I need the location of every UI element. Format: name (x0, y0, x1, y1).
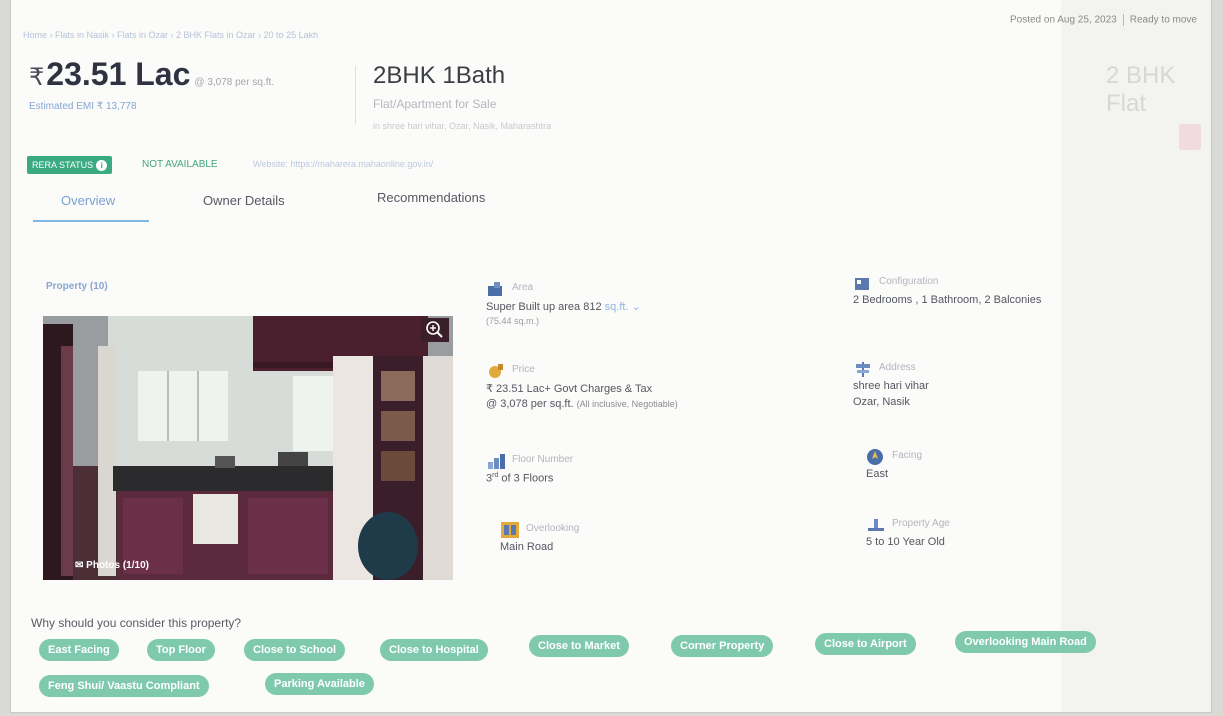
zoom-icon[interactable] (421, 318, 449, 342)
photos-button[interactable]: ✉ Photos (1/10) (75, 560, 149, 571)
floor-icon (488, 454, 505, 469)
chip-close-to-school[interactable]: Close to School (244, 639, 346, 661)
bed-icon (855, 278, 869, 290)
window-icon (501, 522, 519, 538)
signpost-icon (856, 362, 870, 377)
property-age-value: 5 to 10 Year Old (866, 536, 945, 548)
address-city: Ozar, Nasik (853, 396, 910, 408)
chip-top-floor[interactable]: Top Floor (147, 639, 215, 661)
chip-close-to-market[interactable]: Close to Market (529, 635, 629, 657)
chip-vaastu-compliant[interactable]: Feng Shui/ Vaastu Compliant (39, 675, 209, 697)
rera-label: RERA STATUS (32, 160, 94, 170)
facing-value: East (866, 468, 889, 480)
overlooking-value: Main Road (500, 541, 554, 553)
rera-status-badge[interactable]: RERA STATUS i (27, 156, 113, 174)
price-value: ₹ 23.51 Lac+ Govt Charges & Tax (486, 383, 653, 395)
floor-suffix: rd (492, 472, 499, 479)
header-divider (355, 66, 356, 124)
rera-value: NOT AVAILABLE (142, 159, 218, 170)
currency-symbol: ₹ (29, 64, 45, 91)
overlooking-label: Overlooking (526, 523, 580, 534)
configuration-value: 2 Bedrooms , 1 Bathroom, 2 Balconies (853, 294, 1042, 306)
chip-parking-available[interactable]: Parking Available (265, 673, 374, 695)
why-consider-heading: Why should you consider this property? (31, 616, 242, 630)
property-page: 2 BHK Flat Home › Flats in Nasik › Flats… (10, 0, 1212, 713)
property-age-label: Property Age (892, 518, 950, 529)
tab-overview[interactable]: Overview (61, 193, 115, 208)
floor-value: 3rd of 3 Floors (486, 472, 553, 485)
chip-close-to-hospital[interactable]: Close to Hospital (380, 639, 488, 661)
chip-overlooking-main-road[interactable]: Overlooking Main Road (955, 631, 1096, 653)
photos-label: Photos (1/10) (86, 560, 149, 571)
emi-link[interactable]: Estimated EMI ₹ 13,778 (29, 101, 137, 112)
property-title: 2BHK 1Bath (373, 62, 506, 89)
status-text: Ready to move (1129, 14, 1197, 26)
price-amount: 23.51 Lac (46, 56, 191, 92)
address-value: shree hari vihar (853, 380, 929, 392)
area-sqm: (75.44 sq.m.) (486, 316, 540, 326)
property-subtitle: Flat/Apartment for Sale (373, 97, 497, 111)
info-icon[interactable]: i (96, 160, 108, 172)
chevron-down-icon: ⌄ (631, 301, 641, 313)
floor-label: Floor Number (512, 454, 574, 465)
area-label: Area (512, 282, 534, 293)
background-title: 2 BHK Flat (1106, 62, 1176, 117)
price-per-sqft: @ 3,078 per sq.ft. (194, 77, 275, 88)
price-block: ₹23.51 Lac @ 3,078 per sq.ft. (29, 56, 274, 93)
kitchen-photo (43, 316, 453, 580)
compass-icon (867, 449, 883, 465)
area-icon (488, 282, 502, 296)
price-icon (489, 364, 503, 378)
property-photo-count: Property (10) (46, 281, 108, 292)
posted-date: Posted on Aug 25, 2023 (1009, 14, 1117, 26)
property-address-line: in shree hari vihar, Ozar, Nasik, Mahara… (373, 121, 552, 131)
unit-dropdown[interactable]: sq.ft. ⌄ (605, 301, 641, 313)
posted-info: Posted on Aug 25, 2023 Ready to move (1010, 14, 1197, 26)
price-per-sqft-detail: @ 3,078 per sq.ft. (486, 398, 574, 410)
image-icon: ✉ (75, 560, 84, 571)
tab-recommendations[interactable]: Recommendations (377, 190, 485, 205)
rera-website[interactable]: Website: https://maharera.mahaonline.gov… (253, 159, 433, 169)
tab-owner-details[interactable]: Owner Details (203, 193, 285, 208)
chip-east-facing[interactable]: East Facing (39, 639, 119, 661)
area-value: Super Built up area 812 sq.ft. ⌄ (486, 300, 641, 313)
configuration-label: Configuration (879, 276, 939, 287)
price-label: Price (512, 364, 535, 375)
area-text: Super Built up area 812 (486, 301, 602, 313)
breadcrumb[interactable]: Home › Flats in Nasik › Flats in Ozar › … (23, 30, 318, 40)
background-badge (1179, 124, 1201, 150)
address-label: Address (879, 362, 916, 373)
chip-corner-property[interactable]: Corner Property (671, 635, 774, 657)
floor-total: of 3 Floors (501, 472, 554, 485)
price-subtext: @ 3,078 per sq.ft. (All inclusive, Negot… (486, 398, 678, 410)
divider (1122, 14, 1124, 26)
property-photo[interactable] (43, 316, 453, 580)
unit-value: sq.ft. (604, 301, 629, 313)
active-tab-indicator (33, 220, 149, 222)
price-note: (All inclusive, Negotiable) (576, 399, 678, 409)
chip-close-to-airport[interactable]: Close to Airport (815, 633, 916, 655)
top-bar: Home › Flats in Nasik › Flats in Ozar › … (11, 0, 1211, 42)
facing-label: Facing (892, 450, 923, 461)
building-icon (868, 519, 884, 531)
background-panel: 2 BHK Flat (1061, 0, 1211, 712)
